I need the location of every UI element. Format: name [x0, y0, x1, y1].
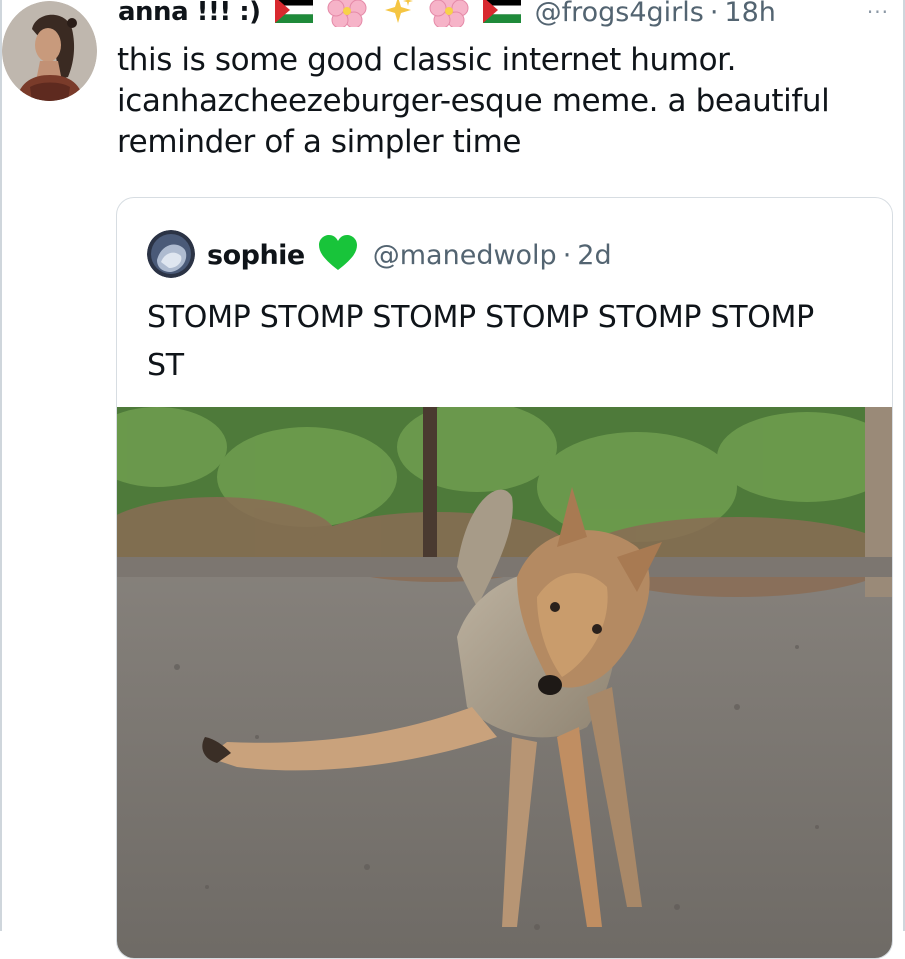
timeline-border-left [0, 0, 2, 931]
quoted-author-handle[interactable]: @manedwolp [373, 240, 557, 271]
author-handle[interactable]: @frogs4girls [535, 0, 704, 28]
flower-icon [429, 0, 469, 31]
green-heart-icon [317, 234, 359, 276]
quoted-tweet-header: sophie @manedwolp · 2d [207, 234, 612, 276]
tweet-body: this is some good classic internet humor… [117, 42, 830, 160]
sparkles-icon [381, 0, 415, 31]
author-avatar[interactable] [2, 1, 97, 101]
meta-separator: · [709, 0, 719, 28]
quoted-tweet-timestamp[interactable]: 2d [577, 240, 611, 271]
wolf-photo[interactable] [117, 402, 892, 958]
quoted-tweet-body: STOMP STOMP STOMP STOMP STOMP STOMP ST [147, 300, 814, 383]
quoted-tweet-card[interactable]: sophie @manedwolp · 2d STOMP STOMP STOMP… [116, 197, 893, 959]
tweet-header: anna !!! :) @frogs4girls · 18h [118, 0, 776, 32]
quoted-author-avatar[interactable] [147, 230, 195, 278]
more-options-icon[interactable]: ··· [867, 0, 889, 24]
meta-separator: · [562, 239, 572, 271]
palestine-flag-icon [274, 0, 313, 27]
flower-icon [327, 0, 367, 31]
tweet-timestamp[interactable]: 18h [724, 0, 775, 28]
palestine-flag-icon [482, 0, 521, 27]
author-display-name[interactable]: anna !!! :) [118, 0, 261, 27]
quoted-author-display-name[interactable]: sophie [207, 240, 305, 271]
